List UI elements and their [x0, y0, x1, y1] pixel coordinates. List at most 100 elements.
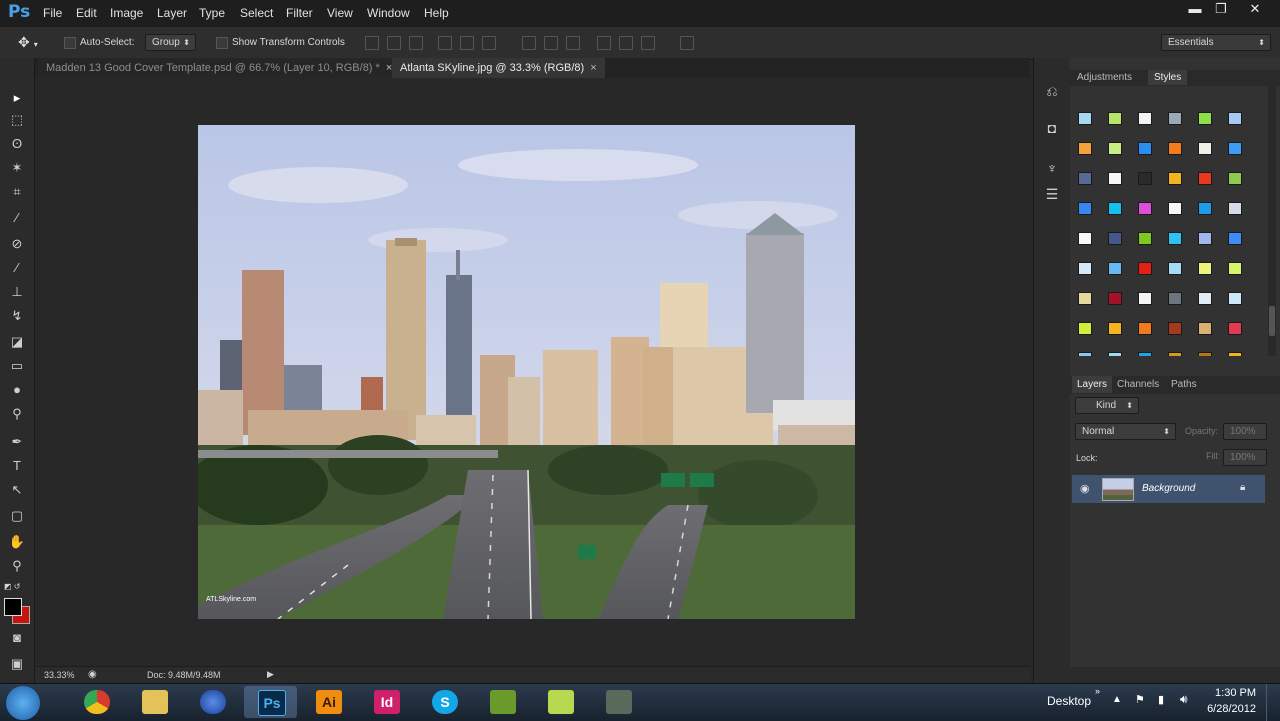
- style-swatch[interactable]: [1078, 292, 1092, 305]
- tab-paths[interactable]: Paths: [1171, 379, 1197, 390]
- styles-scrollbar[interactable]: [1268, 86, 1276, 356]
- shape-tool-icon[interactable]: ▢: [6, 506, 28, 526]
- style-swatch[interactable]: [1108, 292, 1122, 305]
- close-icon[interactable]: ×: [590, 62, 596, 74]
- app7-taskbar-button[interactable]: [476, 686, 529, 718]
- style-swatch[interactable]: [1108, 142, 1122, 155]
- quick-mask-icon[interactable]: ◙: [6, 628, 28, 648]
- style-swatch[interactable]: [1168, 202, 1182, 215]
- tab-adjustments[interactable]: Adjustments: [1077, 72, 1132, 83]
- style-swatch[interactable]: [1108, 322, 1122, 335]
- volume-icon[interactable]: 🔊︎: [1180, 692, 1188, 707]
- style-swatch[interactable]: [1138, 172, 1152, 185]
- restore-button[interactable]: ❐: [1206, 0, 1236, 18]
- distribute-bottom-icon[interactable]: [566, 36, 580, 50]
- style-swatch[interactable]: [1078, 172, 1092, 185]
- style-swatch[interactable]: [1108, 232, 1122, 245]
- app8-taskbar-button[interactable]: [534, 686, 587, 718]
- style-swatch[interactable]: [1228, 172, 1242, 185]
- firefox-taskbar-button[interactable]: [186, 686, 239, 718]
- menu-view[interactable]: View: [327, 6, 353, 20]
- style-swatch[interactable]: [1228, 202, 1242, 215]
- style-swatch[interactable]: [1078, 112, 1092, 125]
- align-left-icon[interactable]: [438, 36, 452, 50]
- menu-help[interactable]: Help: [424, 6, 449, 20]
- style-swatch[interactable]: [1108, 202, 1122, 215]
- tray-arrow-icon[interactable]: ▲: [1112, 694, 1122, 705]
- blur-tool-icon[interactable]: ●: [6, 380, 28, 400]
- indesign-taskbar-button[interactable]: Id: [360, 686, 413, 718]
- style-swatch[interactable]: [1108, 352, 1122, 356]
- style-swatch[interactable]: [1198, 172, 1212, 185]
- tab-layers[interactable]: Layers: [1072, 376, 1113, 393]
- clock-date[interactable]: 6/28/2012: [1200, 703, 1256, 715]
- auto-align-icon[interactable]: [680, 36, 694, 50]
- move-tool-preset-icon[interactable]: ✥ ▾: [18, 34, 38, 51]
- eye-icon[interactable]: ◉: [1080, 482, 1090, 495]
- style-swatch[interactable]: [1228, 322, 1242, 335]
- align-bottom-icon[interactable]: [409, 36, 423, 50]
- style-swatch[interactable]: [1198, 322, 1212, 335]
- style-swatch[interactable]: [1168, 142, 1182, 155]
- style-swatch[interactable]: [1198, 232, 1212, 245]
- path-selection-tool-icon[interactable]: ↖: [6, 480, 28, 500]
- blend-mode-dropdown[interactable]: Normal ⬍: [1075, 423, 1176, 440]
- style-swatch[interactable]: [1168, 232, 1182, 245]
- workspace-dropdown[interactable]: Essentials ⬍: [1161, 34, 1271, 51]
- style-swatch[interactable]: [1198, 352, 1212, 356]
- history-brush-tool-icon[interactable]: ↯: [6, 306, 28, 326]
- brush-panel-icon[interactable]: ♆: [1043, 160, 1061, 178]
- menu-image[interactable]: Image: [110, 6, 143, 20]
- eyedropper-tool-icon[interactable]: ⁄: [6, 208, 28, 228]
- start-button[interactable]: [6, 686, 40, 720]
- menu-edit[interactable]: Edit: [76, 6, 97, 20]
- tab-channels[interactable]: Channels: [1117, 379, 1159, 390]
- style-swatch[interactable]: [1138, 112, 1152, 125]
- dodge-tool-icon[interactable]: ⚲: [6, 404, 28, 424]
- style-swatch[interactable]: [1228, 352, 1242, 356]
- style-swatch[interactable]: [1138, 352, 1152, 356]
- style-swatch[interactable]: [1138, 322, 1152, 335]
- healing-brush-tool-icon[interactable]: ⊘: [6, 234, 28, 254]
- style-swatch[interactable]: [1138, 262, 1152, 275]
- style-swatch[interactable]: [1108, 262, 1122, 275]
- style-swatch[interactable]: [1228, 232, 1242, 245]
- menu-select[interactable]: Select: [240, 6, 273, 20]
- tab-madden-template[interactable]: Madden 13 Good Cover Template.psd @ 66.7…: [38, 58, 401, 78]
- style-swatch[interactable]: [1078, 202, 1092, 215]
- photoshop-taskbar-button[interactable]: Ps: [244, 686, 297, 718]
- layer-name[interactable]: Background: [1142, 483, 1195, 494]
- distribute-top-icon[interactable]: [522, 36, 536, 50]
- style-swatch[interactable]: [1228, 292, 1242, 305]
- style-swatch[interactable]: [1078, 262, 1092, 275]
- kind-filter-dropdown[interactable]: Kind ⬍: [1075, 397, 1139, 414]
- explorer-taskbar-button[interactable]: [128, 686, 181, 718]
- tray-flag-icon[interactable]: ⚑: [1135, 693, 1145, 706]
- adjust-panel-icon[interactable]: ☰: [1043, 186, 1061, 204]
- style-swatch[interactable]: [1198, 142, 1212, 155]
- style-swatch[interactable]: [1138, 232, 1152, 245]
- style-swatch[interactable]: [1138, 202, 1152, 215]
- move-tool-icon[interactable]: ▸: [6, 88, 28, 108]
- properties-panel-icon[interactable]: ◘: [1043, 120, 1061, 138]
- auto-select-checkbox[interactable]: [64, 37, 76, 49]
- zoom-level[interactable]: 33.33%: [44, 670, 75, 680]
- lasso-tool-icon[interactable]: ʘ: [6, 134, 28, 154]
- style-swatch[interactable]: [1168, 262, 1182, 275]
- align-right-icon[interactable]: [482, 36, 496, 50]
- align-top-icon[interactable]: [365, 36, 379, 50]
- distribute-vcenter-icon[interactable]: [544, 36, 558, 50]
- close-button[interactable]: ✕: [1240, 0, 1270, 18]
- magic-wand-tool-icon[interactable]: ✶: [6, 158, 28, 178]
- menu-layer[interactable]: Layer: [157, 6, 187, 20]
- style-swatch[interactable]: [1228, 142, 1242, 155]
- style-swatch[interactable]: [1198, 202, 1212, 215]
- show-transform-checkbox[interactable]: [216, 37, 228, 49]
- style-swatch[interactable]: [1108, 112, 1122, 125]
- style-swatch[interactable]: [1078, 352, 1092, 356]
- menu-file[interactable]: File: [43, 6, 62, 20]
- style-swatch[interactable]: [1138, 292, 1152, 305]
- menu-window[interactable]: Window: [367, 6, 410, 20]
- style-swatch[interactable]: [1168, 112, 1182, 125]
- style-swatch[interactable]: [1078, 142, 1092, 155]
